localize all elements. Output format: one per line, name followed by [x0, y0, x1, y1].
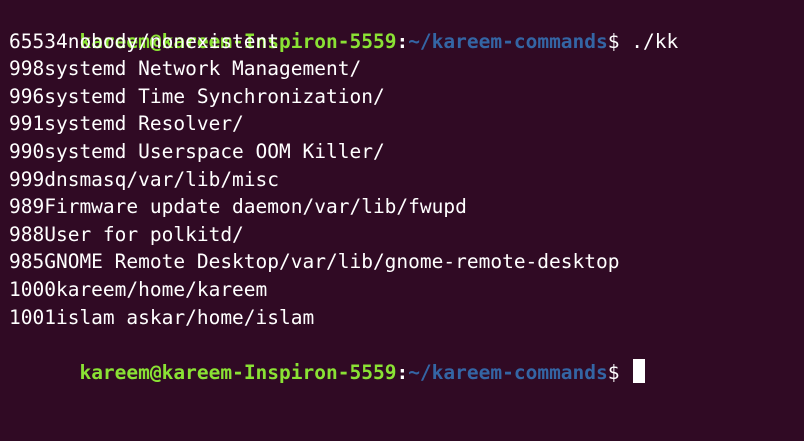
output-line: 1000kareem/home/kareem — [9, 277, 268, 301]
prompt-path: ~/kareem-commands — [408, 360, 608, 384]
prompt-symbol: $ — [607, 29, 620, 53]
active-prompt-line[interactable]: kareem@kareem-Inspiron-5559:~/kareem-com… — [9, 331, 804, 384]
output-line: 985GNOME Remote Desktop/var/lib/gnome-re… — [9, 250, 620, 274]
output-line: 998systemd Network Management/ — [9, 57, 362, 81]
terminal-output: kareem@kareem-Inspiron-5559:~/kareem-com… — [9, 0, 804, 384]
prompt-symbol: $ — [607, 360, 620, 384]
output-line: 996systemd Time Synchronization/ — [9, 84, 385, 108]
prompt-separator: : — [396, 360, 409, 384]
output-line: 989Firmware update daemon/var/lib/fwupd — [9, 195, 467, 219]
prompt-separator: : — [396, 29, 409, 53]
output-line: 990systemd Userspace OOM Killer/ — [9, 139, 385, 163]
output-line: 1001islam askar/home/islam — [9, 305, 315, 329]
output-line: 988User for polkitd/ — [9, 222, 244, 246]
output-line: 991systemd Resolver/ — [9, 112, 244, 136]
terminal-window[interactable]: kareem@kareem-Inspiron-5559:~/kareem-com… — [0, 0, 804, 441]
text-cursor[interactable] — [633, 358, 646, 383]
command-prompt-line: kareem@kareem-Inspiron-5559:~/kareem-com… — [9, 0, 804, 53]
output-line: 999dnsmasq/var/lib/misc — [9, 167, 280, 191]
prompt-path: ~/kareem-commands — [408, 29, 608, 53]
prompt-user-host: kareem@kareem-Inspiron-5559 — [79, 360, 397, 384]
entered-command: ./kk — [619, 29, 679, 53]
